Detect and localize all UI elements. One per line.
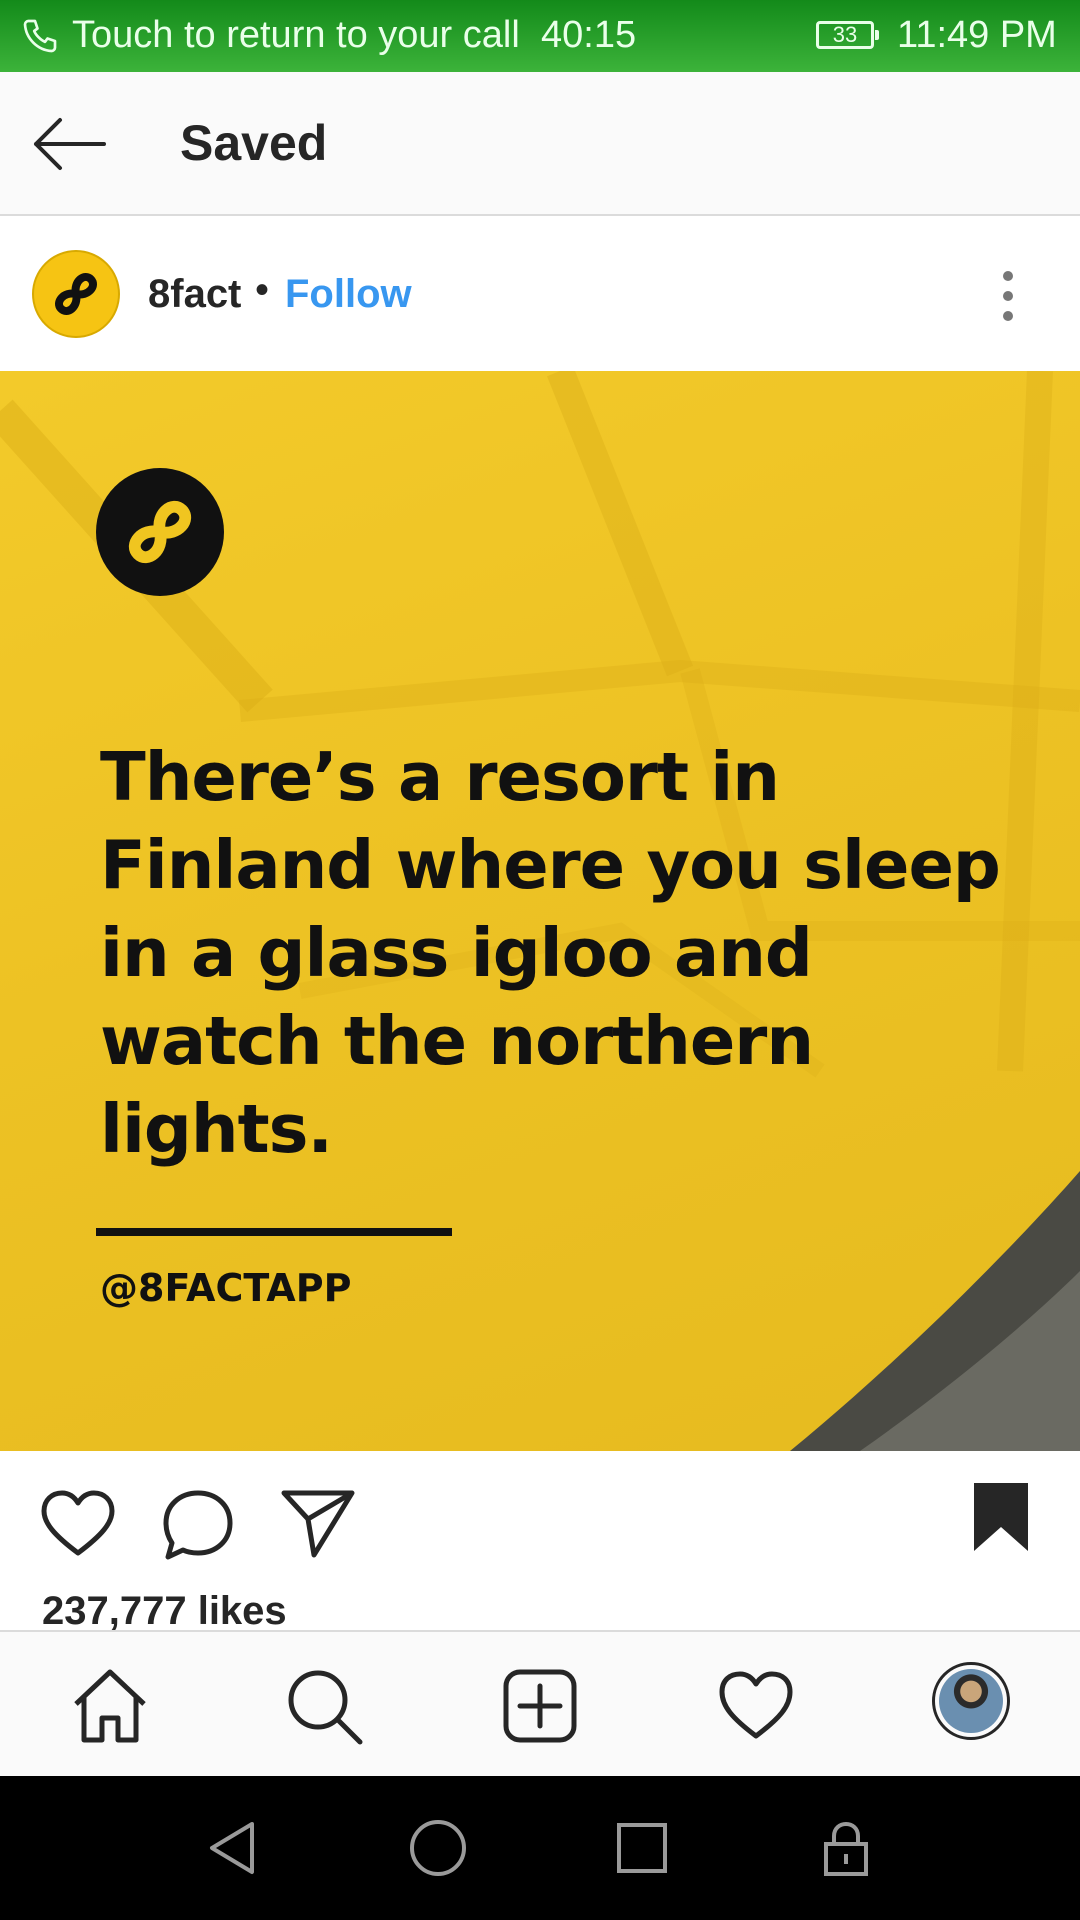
8fact-logo xyxy=(96,468,224,596)
likes-count[interactable]: 237,777 likes xyxy=(42,1589,287,1634)
post-actions: 237,777 likes xyxy=(0,1451,1080,1634)
separator-dot: • xyxy=(255,268,270,312)
divider-line xyxy=(96,1228,452,1236)
infinity-logo-icon xyxy=(128,500,192,564)
back-triangle-icon[interactable] xyxy=(200,1816,264,1880)
more-vertical-icon[interactable] xyxy=(990,268,1026,324)
bottom-nav xyxy=(0,1630,1080,1776)
profile-photo xyxy=(939,1669,1003,1733)
comment-icon[interactable] xyxy=(162,1489,234,1561)
bookmark-icon[interactable] xyxy=(972,1481,1030,1553)
add-post-icon[interactable] xyxy=(500,1666,580,1746)
post-username[interactable]: 8fact xyxy=(148,272,241,317)
home-icon[interactable] xyxy=(70,1666,150,1746)
fact-text: There’s a resort in Finland where you sl… xyxy=(100,738,1001,1168)
battery-icon: 33 xyxy=(816,21,879,49)
page-title: Saved xyxy=(180,115,328,171)
return-to-call-text[interactable]: Touch to return to your call xyxy=(72,14,520,57)
call-timer: 40:15 xyxy=(541,14,637,56)
follow-button[interactable]: Follow xyxy=(285,272,412,317)
clock: 11:49 PM xyxy=(897,14,1057,56)
status-bar[interactable]: Touch to return to your call 40:15 33 11… xyxy=(0,0,1080,72)
search-icon[interactable] xyxy=(284,1666,364,1746)
recents-square-icon[interactable] xyxy=(610,1816,674,1880)
heart-icon[interactable] xyxy=(40,1489,116,1559)
profile-avatar[interactable] xyxy=(932,1662,1010,1740)
app-header: Saved xyxy=(0,72,1080,216)
phone-icon xyxy=(23,19,57,53)
home-circle-icon[interactable] xyxy=(406,1816,470,1880)
lock-icon[interactable] xyxy=(814,1816,878,1880)
post-header: 8fact • Follow xyxy=(0,216,1080,371)
activity-heart-icon[interactable] xyxy=(716,1666,796,1746)
account-avatar[interactable] xyxy=(32,250,120,338)
post-image[interactable]: There’s a resort in Finland where you sl… xyxy=(0,371,1080,1451)
infinity-logo-icon xyxy=(55,273,97,315)
system-nav-bar xyxy=(0,1776,1080,1920)
image-handle: @8FACTAPP xyxy=(100,1266,352,1310)
share-icon[interactable] xyxy=(280,1487,356,1559)
arrow-left-icon[interactable] xyxy=(30,112,110,176)
